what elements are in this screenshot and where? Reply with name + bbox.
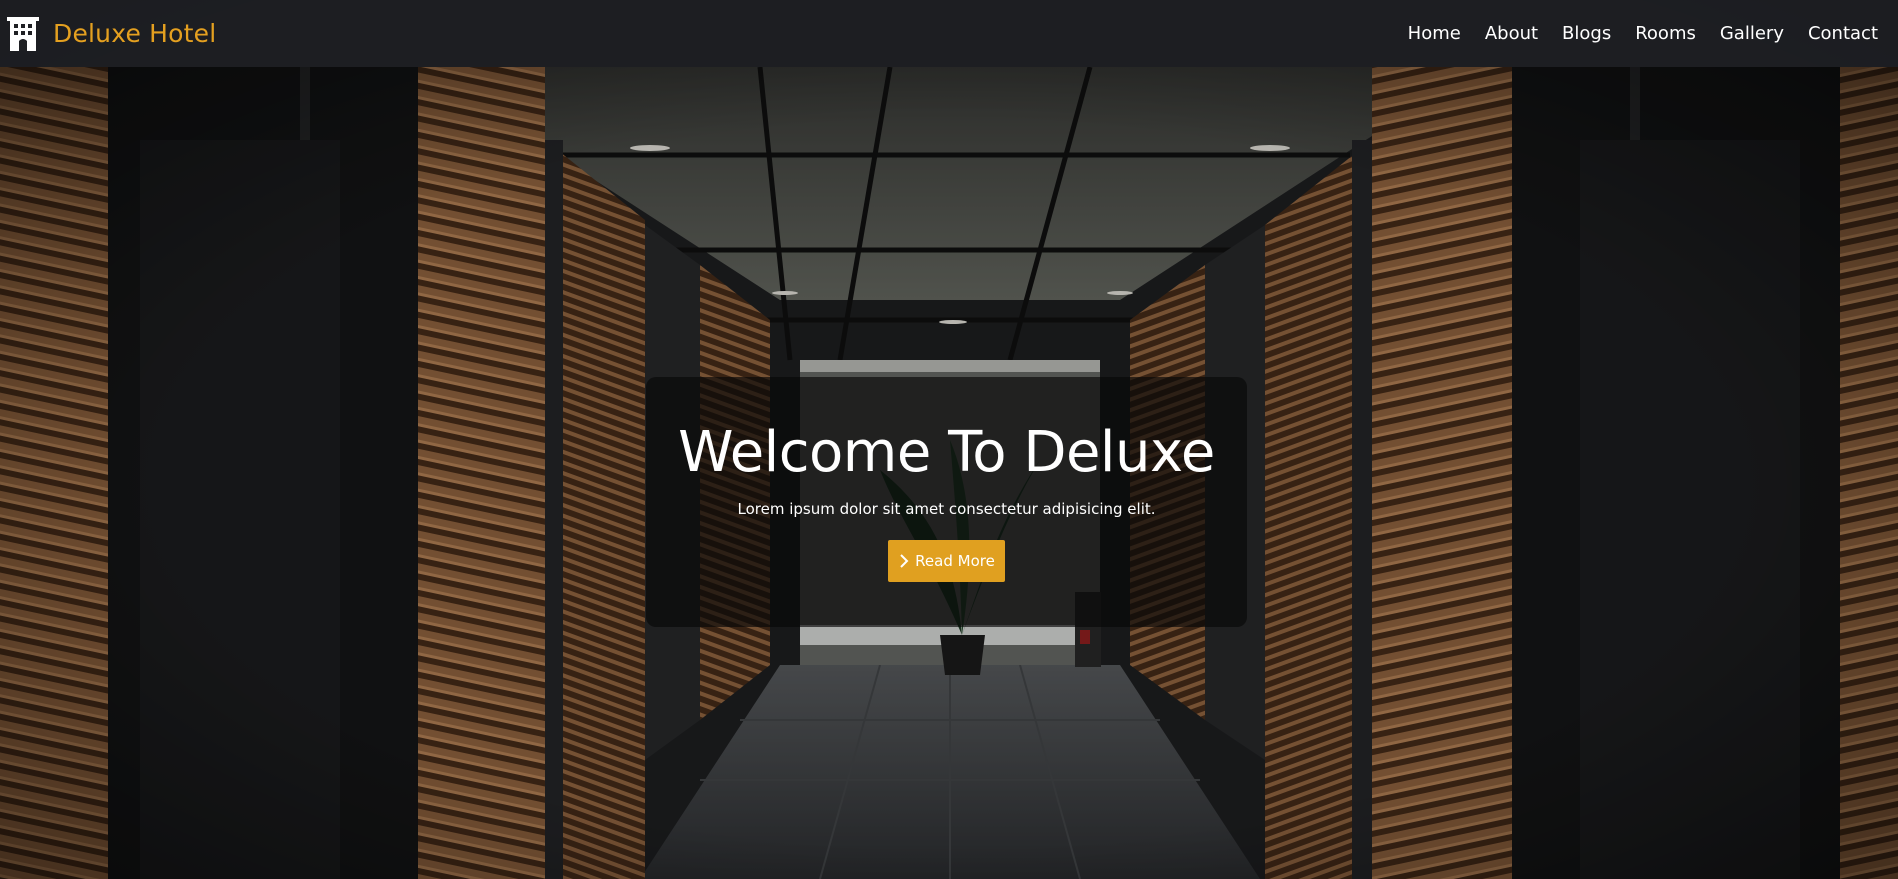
nav-link-contact[interactable]: Contact xyxy=(1808,23,1878,44)
brand-logo-link[interactable]: Deluxe Hotel xyxy=(7,16,217,51)
read-more-button[interactable]: Read More xyxy=(888,540,1005,582)
nav-link-blogs[interactable]: Blogs xyxy=(1562,23,1611,44)
hotel-building-icon xyxy=(7,16,39,51)
hero-card: Welcome To Deluxe Lorem ipsum dolor sit … xyxy=(646,377,1247,627)
read-more-label: Read More xyxy=(915,552,995,570)
nav-menu: Home About Blogs Rooms Gallery Contact xyxy=(1408,23,1878,44)
nav-link-about[interactable]: About xyxy=(1485,23,1538,44)
nav-link-gallery[interactable]: Gallery xyxy=(1720,23,1784,44)
nav-link-home[interactable]: Home xyxy=(1408,23,1461,44)
chevron-right-icon xyxy=(900,554,909,568)
hero-subtitle: Lorem ipsum dolor sit amet consectetur a… xyxy=(737,500,1156,518)
hero-title: Welcome To Deluxe xyxy=(678,420,1215,485)
nav-link-rooms[interactable]: Rooms xyxy=(1635,23,1696,44)
brand-name: Deluxe Hotel xyxy=(53,19,217,48)
top-navbar: Deluxe Hotel Home About Blogs Rooms Gall… xyxy=(0,0,1898,67)
